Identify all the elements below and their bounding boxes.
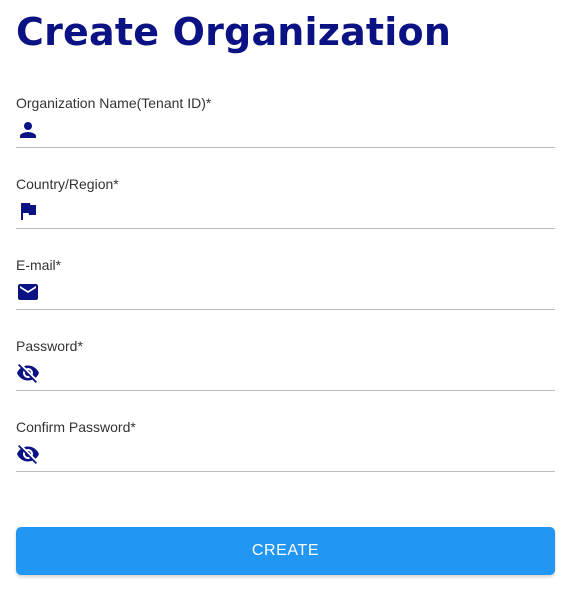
create-button[interactable]: CREATE [16, 527, 555, 575]
page-title: Create Organization [16, 10, 452, 54]
flag-icon [16, 199, 42, 223]
country-region-underline [16, 228, 555, 229]
email-input-row [16, 276, 555, 308]
eye-off-icon[interactable] [16, 361, 42, 385]
envelope-icon [16, 280, 42, 304]
country-region-field: Country/Region* [16, 176, 555, 232]
country-region-input-row [16, 195, 555, 227]
organization-name-input[interactable] [42, 116, 555, 144]
email-underline [16, 309, 555, 310]
password-underline [16, 390, 555, 391]
organization-name-label: Organization Name(Tenant ID)* [16, 95, 212, 111]
confirm-password-label: Confirm Password* [16, 419, 136, 435]
email-label: E-mail* [16, 257, 62, 273]
password-input-row [16, 357, 555, 389]
password-label: Password* [16, 338, 83, 354]
organization-name-field: Organization Name(Tenant ID)* [16, 95, 555, 151]
email-field: E-mail* [16, 257, 555, 313]
password-input[interactable] [42, 359, 555, 387]
organization-name-input-row [16, 114, 555, 146]
country-region-input[interactable] [42, 197, 555, 225]
confirm-password-input-row [16, 438, 555, 470]
country-region-label: Country/Region* [16, 176, 119, 192]
email-input[interactable] [42, 278, 555, 306]
confirm-password-underline [16, 471, 555, 472]
password-field: Password* [16, 338, 555, 394]
person-icon [16, 118, 42, 142]
confirm-password-input[interactable] [42, 440, 555, 468]
organization-name-underline [16, 147, 555, 148]
confirm-password-field: Confirm Password* [16, 419, 555, 475]
eye-off-icon[interactable] [16, 442, 42, 466]
